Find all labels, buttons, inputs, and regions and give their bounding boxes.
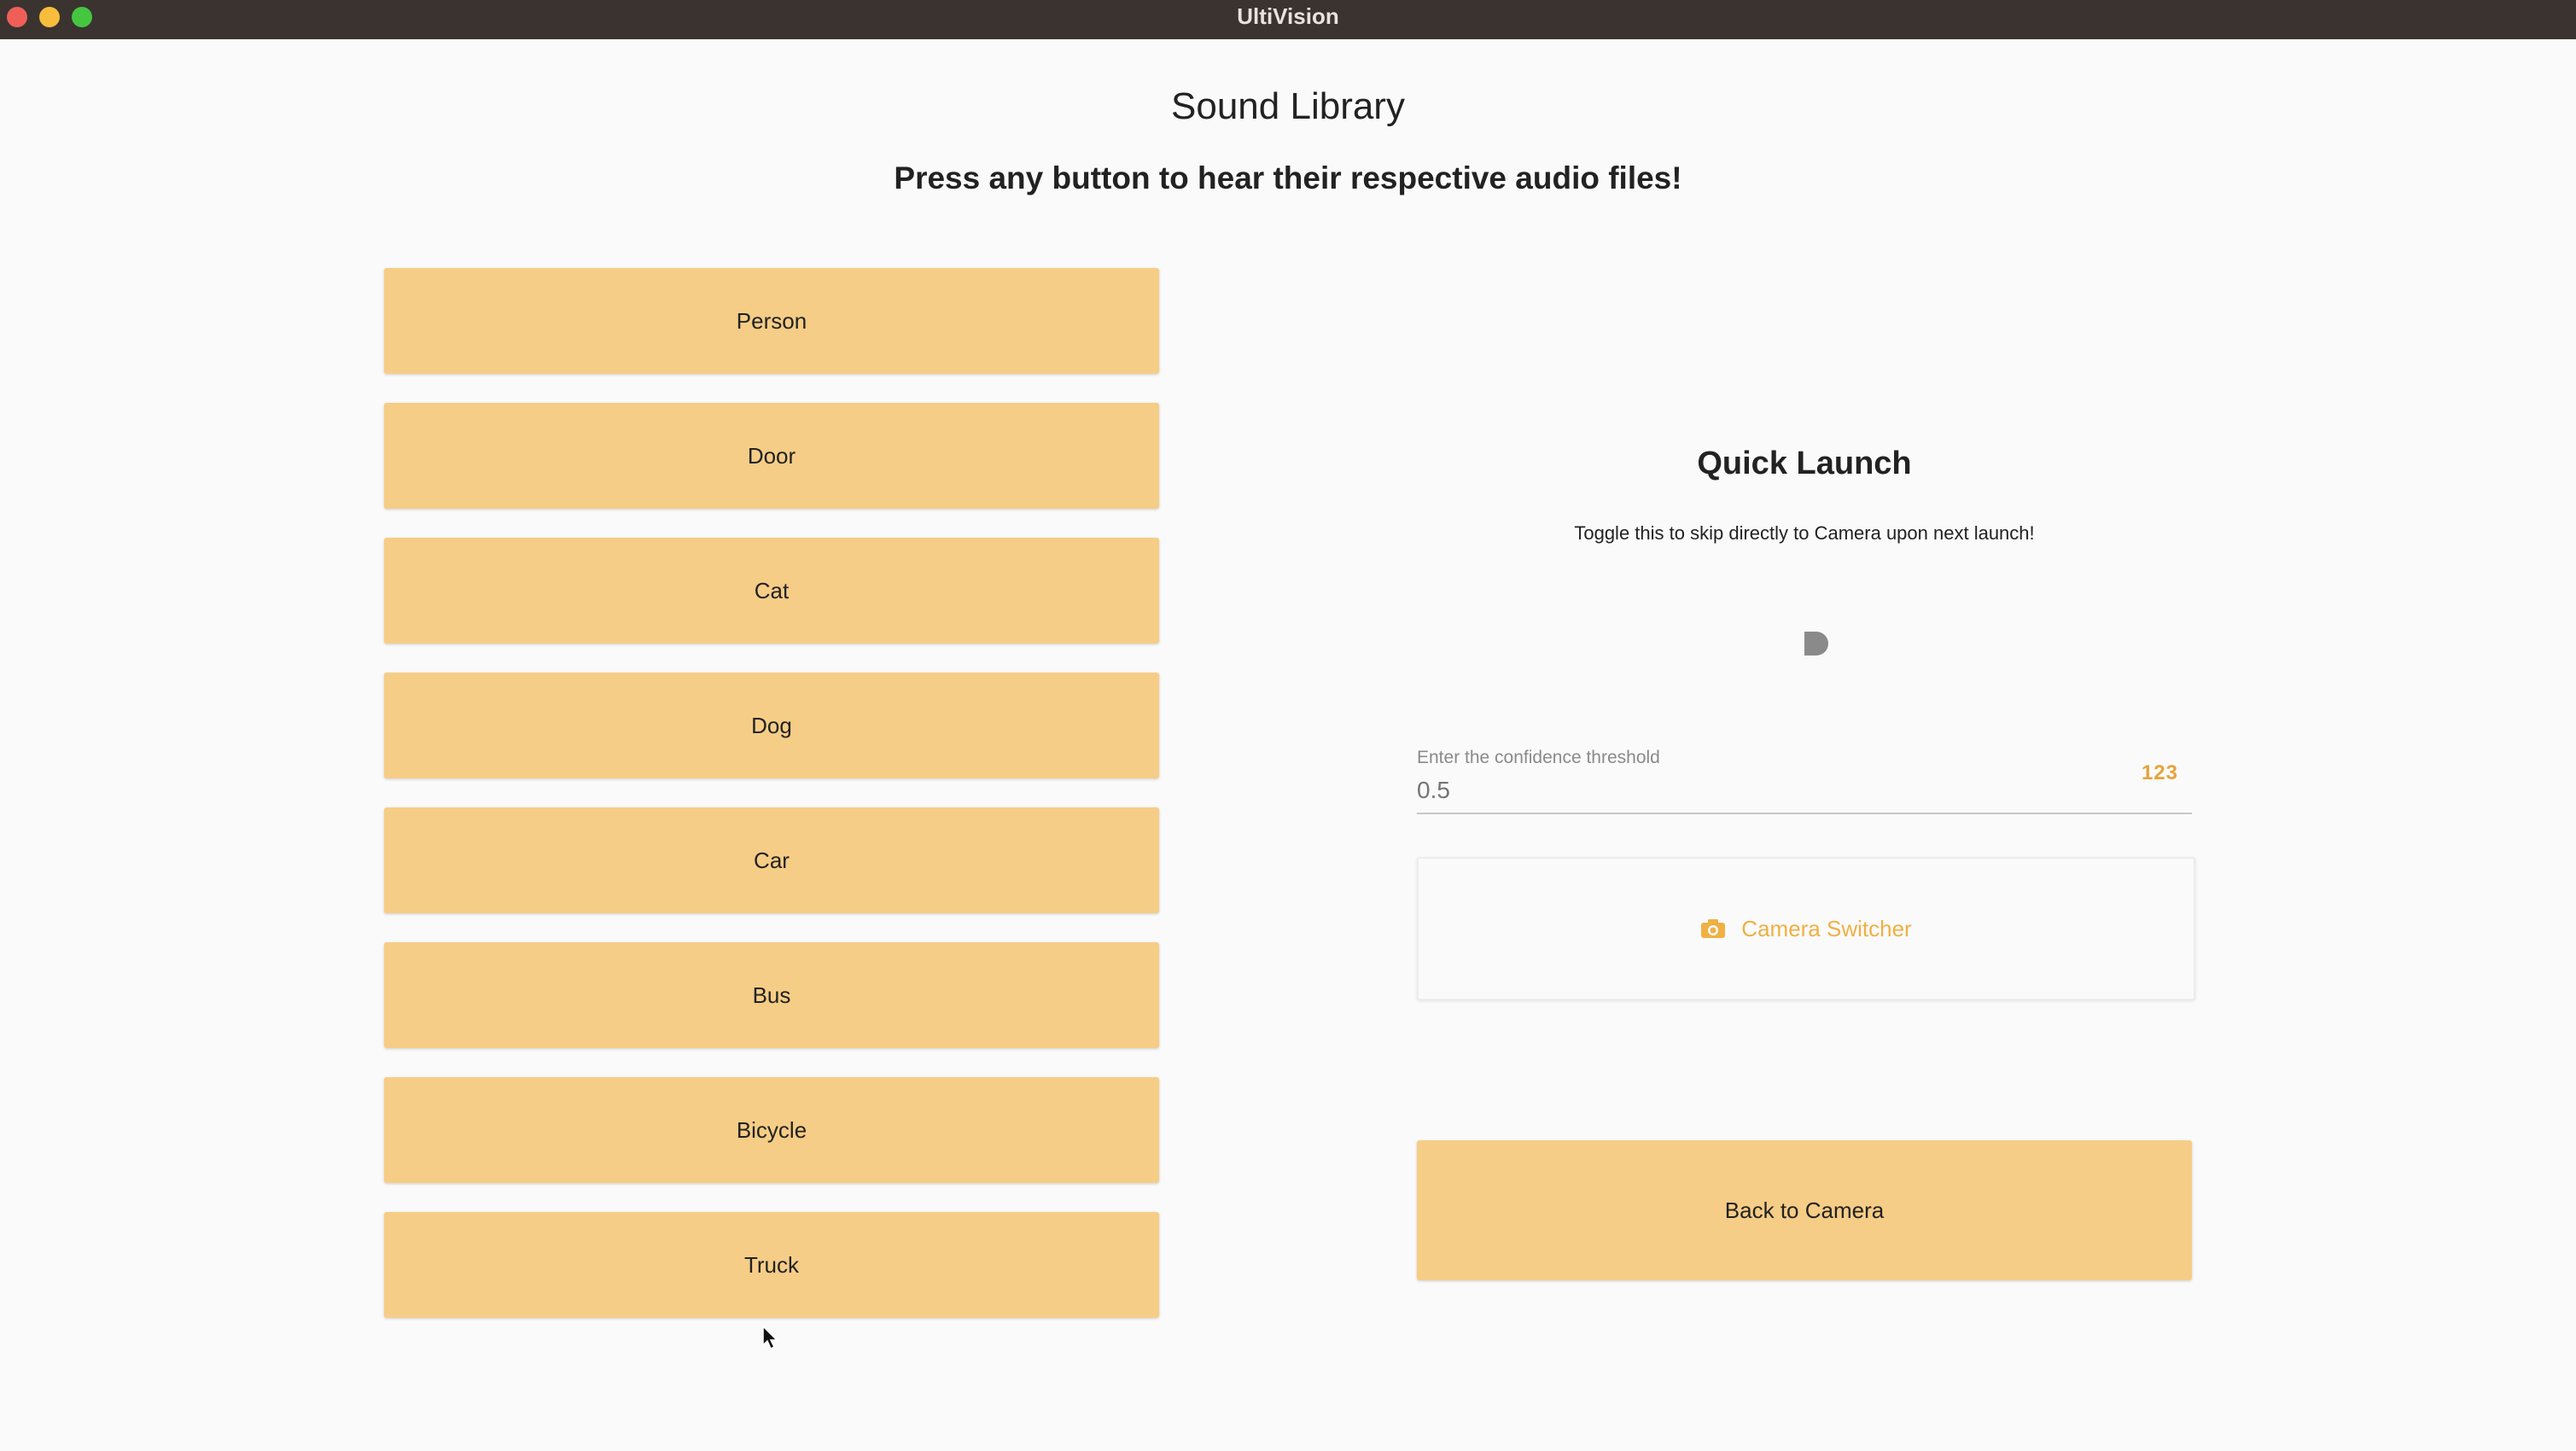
window-titlebar: UltiVision: [0, 0, 2576, 40]
page-title: Sound Library: [1171, 85, 1405, 127]
sound-button-car[interactable]: Car: [384, 807, 1159, 913]
sound-button-person[interactable]: Person: [384, 268, 1159, 374]
sound-button-bus[interactable]: Bus: [384, 942, 1159, 1048]
page-subtitle: Press any button to hear their respectiv…: [894, 160, 1682, 195]
main-content: Sound Library Press any button to hear t…: [0, 39, 2576, 1451]
sound-button-bicycle[interactable]: Bicycle: [384, 1077, 1159, 1183]
confidence-threshold-field: Enter the confidence threshold 123: [1417, 744, 2192, 814]
confidence-threshold-input[interactable]: [1417, 773, 2117, 807]
mouse-cursor-icon: [762, 1325, 778, 1350]
numeric-keyboard-icon: 123: [2141, 761, 2178, 784]
confidence-threshold-label: Enter the confidence threshold: [1417, 748, 1660, 767]
sound-button-door[interactable]: Door: [384, 403, 1159, 509]
window-title: UltiVision: [1237, 3, 1339, 29]
sound-button-list: Person Door Cat Dog Car Bus Bicycle Truc…: [384, 268, 1159, 1347]
sound-button-dog[interactable]: Dog: [384, 673, 1159, 778]
sound-button-truck[interactable]: Truck: [384, 1212, 1159, 1318]
toggle-thumb-edge: [1804, 632, 1816, 656]
sound-button-cat[interactable]: Cat: [384, 538, 1159, 644]
quick-launch-title: Quick Launch: [1697, 446, 1912, 481]
back-to-camera-button[interactable]: Back to Camera: [1417, 1140, 2192, 1280]
camera-switcher-label: Camera Switcher: [1741, 915, 1912, 941]
camera-icon: [1701, 919, 1726, 938]
quick-launch-toggle[interactable]: [1796, 630, 1847, 657]
quick-launch-description: Toggle this to skip directly to Camera u…: [1574, 522, 2035, 544]
camera-switcher-button[interactable]: Camera Switcher: [1417, 857, 2195, 1000]
